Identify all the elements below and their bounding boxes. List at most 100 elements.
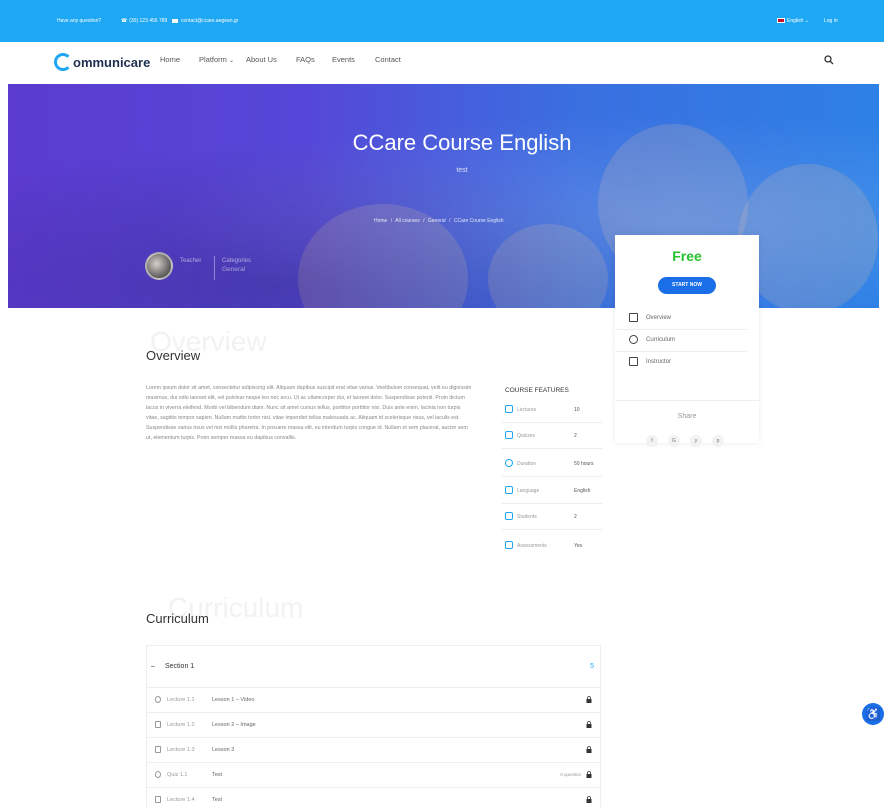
start-now-button[interactable]: START NOW (658, 277, 716, 294)
nav-home[interactable]: Home (160, 55, 180, 64)
accessibility-icon[interactable]: ♿ (862, 703, 884, 725)
lock-icon (586, 696, 592, 703)
lesson-row[interactable]: Lecture 1.3 Lesson 3 (147, 738, 600, 763)
lesson-row[interactable]: Lecture 1.2 Lesson 2 – Image (147, 713, 600, 738)
category-value[interactable]: General (222, 266, 251, 273)
lesson-number: Quiz 1.1 (167, 772, 188, 778)
chevron-down-icon: ⌄ (228, 58, 234, 64)
card-link-overview[interactable]: Overview (615, 308, 747, 330)
instructor-icon (629, 357, 638, 366)
duration-icon (505, 459, 513, 467)
feature-value: 2 (574, 514, 577, 520)
logo-text: ommunicare (73, 54, 151, 70)
breadcrumb: Home / All courses / General / CCare Cou… (374, 218, 506, 224)
document-icon (155, 796, 161, 803)
lesson-number: Lecture 1.2 (167, 722, 195, 728)
lesson-row[interactable]: Lecture 1.4 Test (147, 788, 600, 807)
curriculum-section: – Section 1 5 Lecture 1.1 Lesson 1 – Vide… (146, 645, 601, 807)
card-link-curriculum[interactable]: Curriculum (615, 330, 747, 352)
teacher-meta: Teacher (180, 258, 201, 264)
feature-label: Quizzes (517, 433, 536, 439)
main-navbar: ommunicare Home Platform ⌄ About Us FAQs … (0, 42, 884, 84)
card-link-instructor[interactable]: Instructor (615, 352, 747, 374)
lesson-row[interactable]: Quiz 1.1 Test 0 question (147, 763, 600, 788)
feature-value: Yes (574, 543, 583, 549)
card-link-label: Curriculum (646, 337, 676, 343)
feature-row: Language English (502, 480, 602, 504)
login-link[interactable]: Log in (824, 18, 838, 24)
feature-label: Duration (517, 461, 536, 467)
breadcrumb-home[interactable]: Home (374, 218, 387, 224)
card-divider (615, 400, 759, 401)
lesson-name: Lesson 3 (212, 747, 235, 753)
lock-icon (586, 796, 592, 803)
nav-contact[interactable]: Contact (375, 55, 401, 64)
lesson-name: Test (212, 772, 223, 778)
section-title: Section 1 (165, 663, 195, 670)
feature-value: 50 hours (574, 461, 594, 467)
card-link-label: Instructor (646, 359, 672, 365)
breadcrumb-current: CCare Course English (453, 218, 504, 224)
question-count: 0 question (560, 772, 581, 777)
teacher-label: Teacher (180, 258, 202, 264)
breadcrumb-general[interactable]: General (428, 218, 446, 224)
feature-row: Duration 50 hours (502, 453, 602, 477)
book-icon (629, 313, 638, 322)
facebook-icon[interactable]: f (646, 435, 658, 447)
course-sidebar-card: Free START NOW Overview Curriculum Instr… (615, 235, 759, 447)
teacher-avatar[interactable] (145, 252, 173, 280)
nav-faqs[interactable]: FAQs (296, 55, 315, 64)
course-title: CCare Course English (352, 130, 572, 155)
feature-row: Assessments Yes (502, 535, 602, 559)
nav-platform-label: Platform (199, 55, 227, 64)
overview-text: Lorem ipsum dolor sit amet, consectetur … (146, 385, 472, 441)
mail-icon (172, 18, 178, 23)
curriculum-heading: Curriculum (146, 611, 209, 626)
chevron-down-icon: ⌄ (804, 18, 809, 24)
meta-divider (214, 256, 215, 280)
email-address: contact@ccare.aegean.gr (181, 18, 239, 24)
nav-events[interactable]: Events (332, 55, 355, 64)
category-label: Categories (222, 258, 252, 264)
language-label: English (787, 18, 804, 24)
twitter-icon[interactable]: y (690, 435, 702, 447)
top-bar: Have any question? ☎ (30) 123 456 789 con… (0, 0, 884, 42)
feature-label: Assessments (517, 543, 547, 549)
video-icon (155, 696, 161, 703)
google-icon[interactable]: G (668, 435, 680, 447)
nav-platform[interactable]: Platform ⌄ (199, 55, 234, 64)
site-logo[interactable]: ommunicare (54, 50, 150, 74)
breadcrumb-separator: / (390, 218, 393, 224)
lesson-number: Lecture 1.3 (167, 747, 195, 753)
email-link[interactable]: contact@ccare.aegean.gr (172, 18, 238, 24)
assessments-icon (505, 541, 513, 549)
lesson-number: Lecture 1.4 (167, 797, 195, 803)
students-icon (505, 512, 513, 520)
course-subtitle: test (456, 167, 468, 174)
card-link-label: Overview (646, 315, 672, 321)
quiz-icon (155, 771, 161, 778)
question-text: Have any question? (57, 18, 102, 24)
document-icon (155, 721, 161, 728)
breadcrumb-all-courses[interactable]: All courses (395, 218, 419, 224)
quizzes-icon (505, 431, 513, 439)
lesson-row[interactable]: Lecture 1.1 Lesson 1 – Video (147, 688, 600, 713)
breadcrumb-separator: / (423, 218, 425, 224)
search-icon[interactable] (823, 54, 835, 66)
section-header[interactable]: – Section 1 5 (147, 646, 600, 688)
lectures-icon (505, 405, 513, 413)
feature-value: 10 (574, 407, 580, 413)
language-icon (505, 486, 513, 494)
feature-label: Language (517, 488, 540, 494)
lock-icon (586, 721, 592, 728)
lesson-number: Lecture 1.1 (167, 697, 195, 703)
lock-icon (586, 771, 592, 778)
category-meta: Categories General (222, 258, 251, 273)
language-selector[interactable]: English ⌄ (777, 18, 809, 24)
section-count: 5 (590, 663, 594, 670)
nav-about[interactable]: About Us (246, 55, 277, 64)
pinterest-icon[interactable]: p (712, 435, 724, 447)
phone-number: (30) 123 456 789 (129, 18, 168, 24)
lesson-name: Lesson 1 – Video (212, 697, 255, 703)
phone-link[interactable]: ☎ (30) 123 456 789 (121, 18, 167, 24)
